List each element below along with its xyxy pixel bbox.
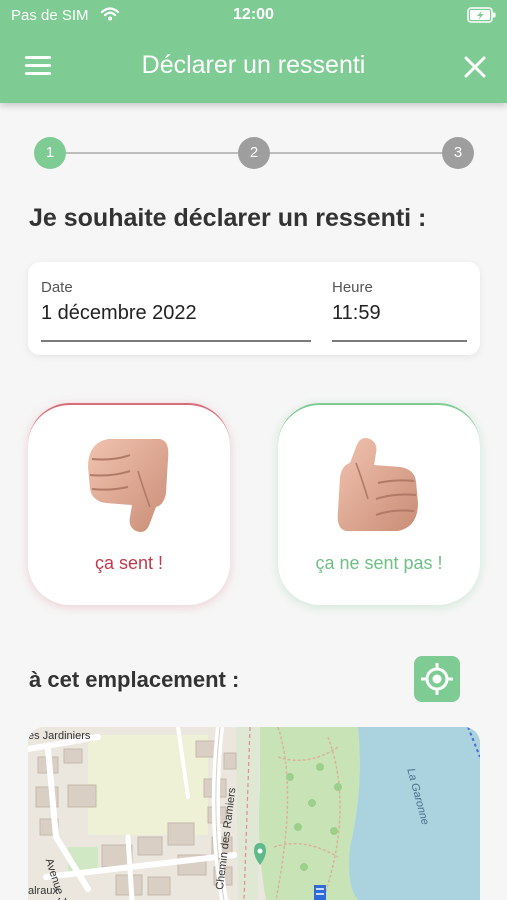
date-value: 1 décembre 2022 [41,302,197,324]
map-label-street: alraux [28,885,58,897]
no-smell-label: ça ne sent pas ! [315,553,443,573]
crosshair-icon [421,663,453,695]
battery-charging-icon [467,6,497,29]
step-3: 3 [442,137,474,169]
time-field[interactable]: Heure 11:59 [332,262,467,355]
time-underline [332,340,467,342]
map[interactable]: es Jardiniers Avenue Jules Chemin des Ra… [28,727,480,900]
date-underline [41,340,311,342]
time-label: Heure [332,279,373,296]
map-label-street: es Jardiniers [28,730,91,742]
time-value: 11:59 [332,302,381,324]
smells-button[interactable]: ça sent ! [28,403,230,605]
status-bar: Pas de SIM 12:00 [0,0,507,32]
step-1: 1 [34,137,66,169]
smells-label: ça sent ! [94,553,164,573]
section-heading: Je souhaite déclarer un ressenti : [29,204,427,232]
locate-button[interactable] [414,656,460,702]
no-smell-button[interactable]: ça ne sent pas ! [278,403,480,605]
top-bar: Pas de SIM 12:00 Déclarer un ressenti [0,0,507,103]
page-title: Déclarer un ressenti [141,51,366,79]
date-field[interactable]: Date 1 décembre 2022 [41,262,311,355]
thumbs-down-icon [88,439,169,532]
map-tiles [28,727,480,900]
thumbs-up-icon [337,438,418,531]
status-time: 12:00 [233,6,274,23]
date-time-card: Date 1 décembre 2022 Heure 11:59 [28,262,480,355]
location-label: à cet emplacement : [29,667,240,692]
close-icon[interactable] [462,54,488,80]
app-bar: Déclarer un ressenti [0,32,507,103]
step-2: 2 [238,137,270,169]
date-label: Date [41,279,73,296]
stepper: 1 2 3 [0,133,507,173]
